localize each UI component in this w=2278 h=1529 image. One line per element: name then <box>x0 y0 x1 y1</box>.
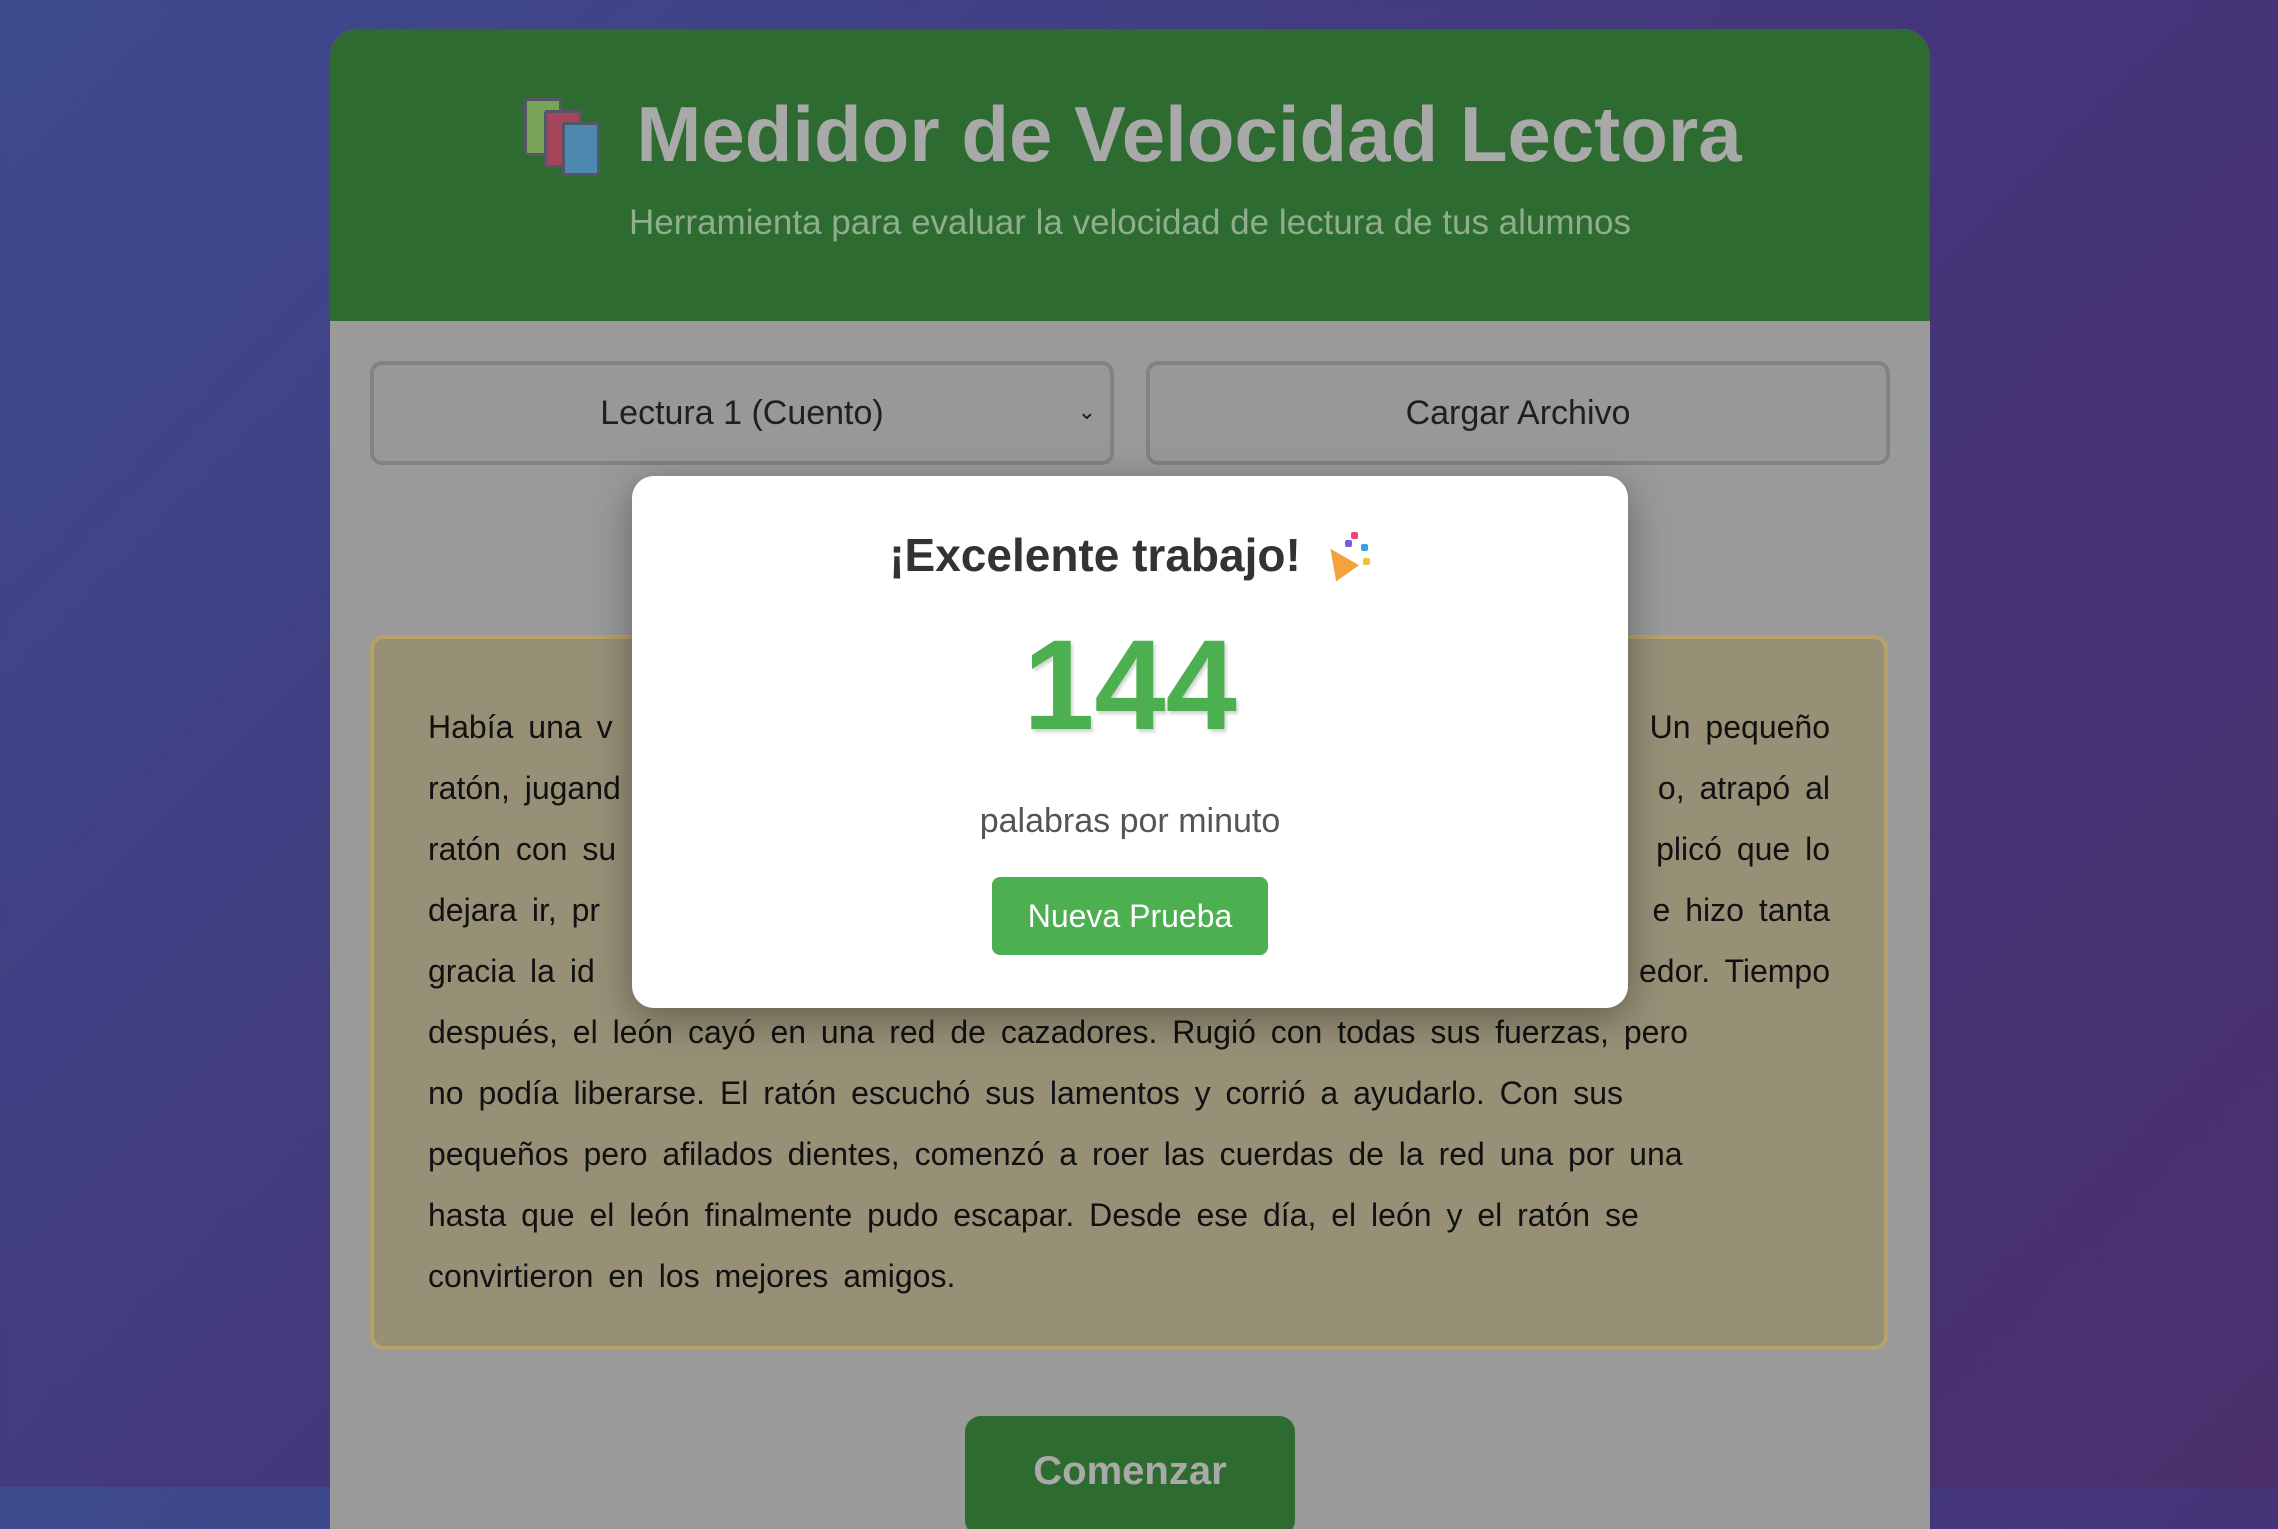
controls-row: Lectura 1 (Cuento) ⌄ Cargar Archivo <box>370 361 1890 465</box>
page-title: Medidor de Velocidad Lectora <box>636 90 1742 178</box>
text-fragment: plicó que lo <box>1656 831 1830 867</box>
text-line: gracia la id <box>428 953 595 989</box>
chevron-down-icon: ⌄ <box>1077 399 1096 424</box>
party-popper-icon <box>1318 530 1371 582</box>
text-line: dejara ir, pr <box>428 892 601 928</box>
text-line: pequeños pero afilados dientes, comenzó … <box>428 1136 1683 1172</box>
wpm-label: palabras por minuto <box>979 802 1281 840</box>
text-line: no podía liberarse. El ratón escuchó sus… <box>428 1075 1624 1111</box>
load-file-label: Cargar Archivo <box>1405 393 1631 432</box>
title-row: Medidor de Velocidad Lectora <box>330 90 1930 178</box>
text-line: después, el león cayó en una red de caza… <box>428 1014 1688 1050</box>
text-fragment: e hizo tanta <box>1652 892 1830 928</box>
text-line: hasta que el león finalmente pudo escapa… <box>428 1197 1639 1233</box>
text-line: convirtieron en los mejores amigos. <box>428 1258 956 1294</box>
app-header: Medidor de Velocidad Lectora Herramienta… <box>330 29 1930 321</box>
text-fragment: o, atrapó al <box>1657 770 1830 806</box>
wpm-value: 144 <box>1023 614 1237 757</box>
reading-select[interactable]: Lectura 1 (Cuento) ⌄ <box>370 361 1114 465</box>
text-line: ratón con su <box>428 831 617 867</box>
text-line: ratón, jugand <box>428 770 621 806</box>
text-line: Había una v <box>428 709 613 745</box>
start-button[interactable]: Comenzar <box>965 1416 1295 1529</box>
text-fragment: edor. Tiempo <box>1639 953 1830 989</box>
new-test-button[interactable]: Nueva Prueba <box>992 877 1268 955</box>
books-icon <box>518 96 602 176</box>
load-file-button[interactable]: Cargar Archivo <box>1146 361 1890 465</box>
page-subtitle: Herramienta para evaluar la velocidad de… <box>629 203 1631 242</box>
text-fragment: Un pequeño <box>1649 709 1830 745</box>
reading-select-value: Lectura 1 (Cuento) <box>600 393 884 432</box>
results-modal: ¡Excelente trabajo! 144 palabras por min… <box>632 476 1628 1008</box>
modal-title: ¡Excelente trabajo! <box>889 529 1301 581</box>
modal-title-row: ¡Excelente trabajo! <box>632 528 1628 582</box>
